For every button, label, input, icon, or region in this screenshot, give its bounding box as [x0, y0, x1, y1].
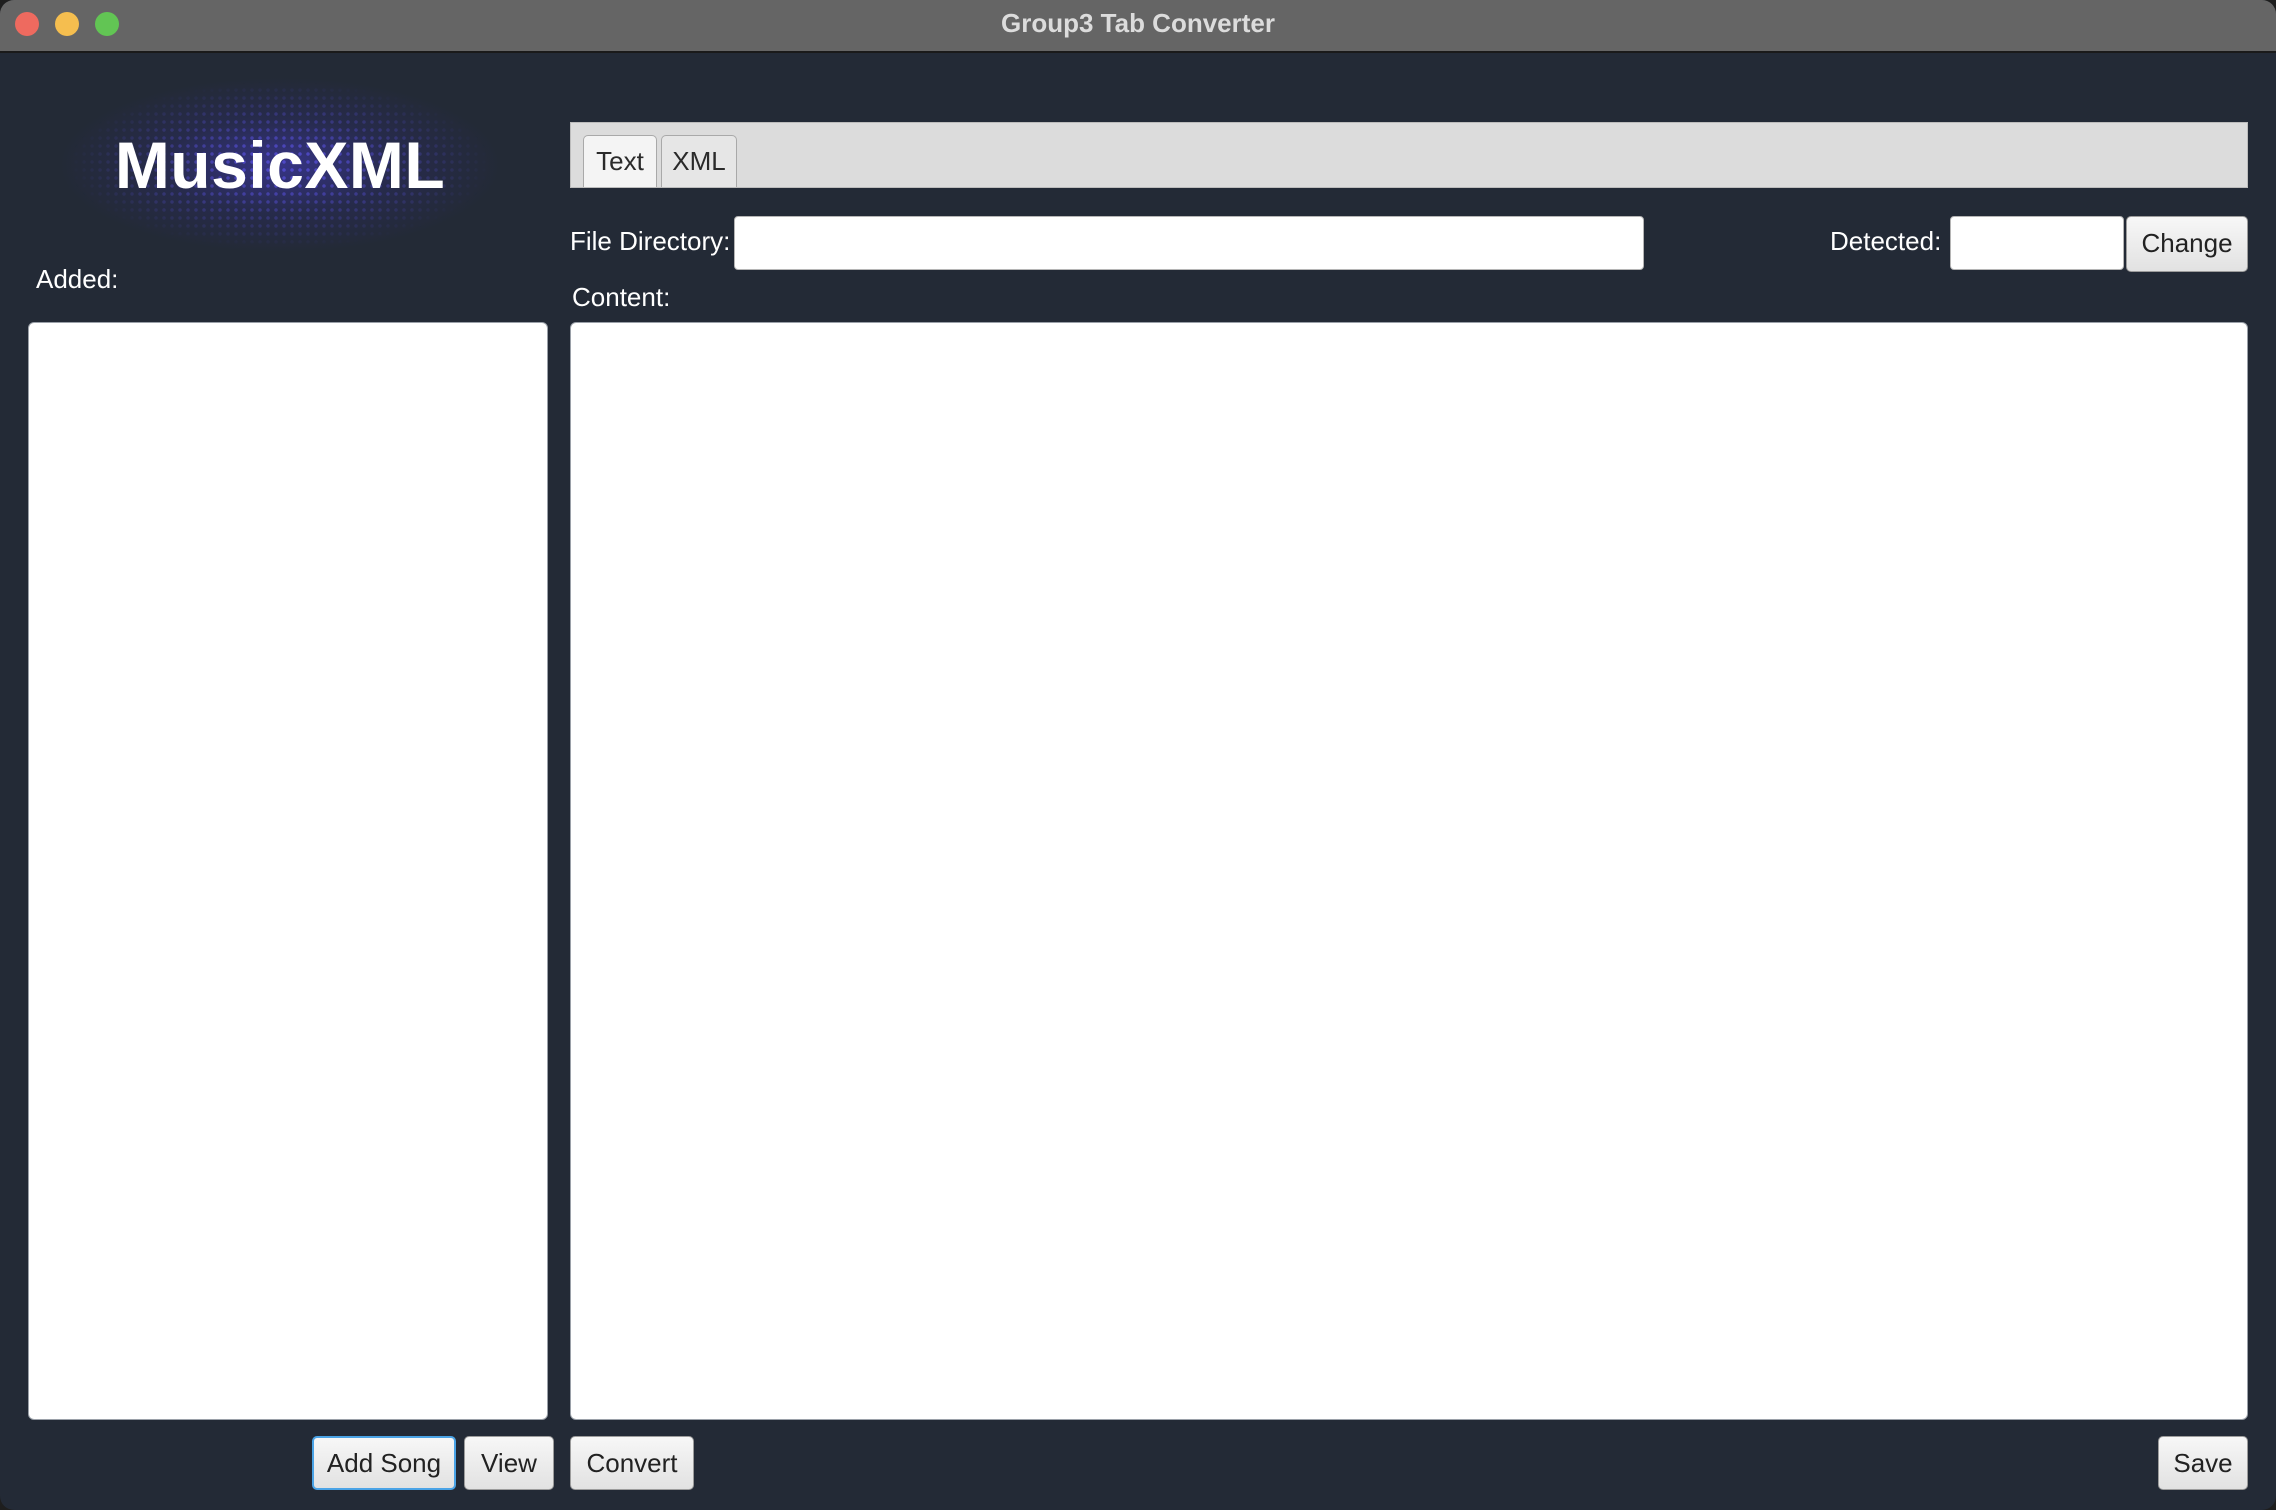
title-bar[interactable]: Group3 Tab Converter	[0, 0, 2276, 53]
detected-label: Detected:	[1830, 226, 1942, 256]
save-button[interactable]: Save	[2158, 1436, 2248, 1490]
detected-input[interactable]	[1950, 216, 2124, 270]
change-button[interactable]: Change	[2126, 216, 2248, 272]
tab-text[interactable]: Text	[583, 135, 657, 187]
added-label: Added:	[36, 264, 119, 294]
tab-xml[interactable]: XML	[661, 135, 737, 187]
musicxml-logo: MusicXML	[40, 70, 520, 260]
add-song-button[interactable]: Add Song	[312, 1436, 456, 1490]
logo-text: MusicXML	[114, 128, 446, 202]
tab-bar: Text XML	[570, 122, 2248, 188]
window-title: Group3 Tab Converter	[1000, 8, 1275, 38]
file-directory-label: File Directory:	[570, 226, 731, 256]
app-window: Group3 Tab Converter MusicXML Added: Tex…	[0, 0, 2276, 1510]
view-button[interactable]: View	[464, 1436, 554, 1490]
convert-button[interactable]: Convert	[570, 1436, 694, 1490]
content-text-area[interactable]	[570, 322, 2248, 1420]
added-songs-list[interactable]	[28, 322, 548, 1420]
content-label: Content:	[572, 282, 671, 312]
file-directory-input[interactable]	[734, 216, 1644, 270]
